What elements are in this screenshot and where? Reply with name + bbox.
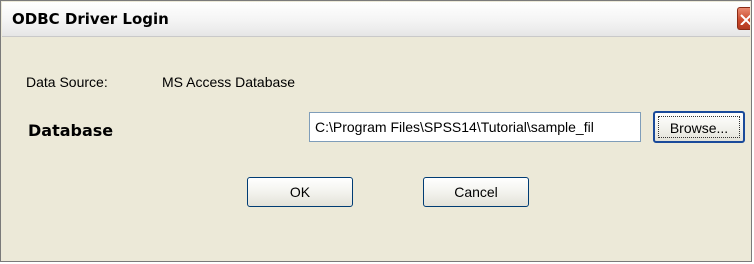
title-bar[interactable]: ODBC Driver Login [2, 2, 750, 37]
cancel-button[interactable]: Cancel [423, 177, 529, 207]
database-label: Database [28, 121, 114, 140]
browse-button-label: Browse... [658, 116, 740, 138]
data-source-value: MS Access Database [162, 74, 296, 90]
close-icon [740, 14, 750, 25]
close-button[interactable] [737, 7, 750, 30]
window-title: ODBC Driver Login [12, 10, 169, 28]
ok-button[interactable]: OK [247, 177, 353, 207]
database-path-input[interactable] [309, 112, 641, 142]
browse-button[interactable]: Browse... [653, 111, 745, 143]
odbc-login-dialog: ODBC Driver Login Data Source: MS Access… [0, 0, 752, 262]
data-source-label: Data Source: [26, 74, 108, 90]
